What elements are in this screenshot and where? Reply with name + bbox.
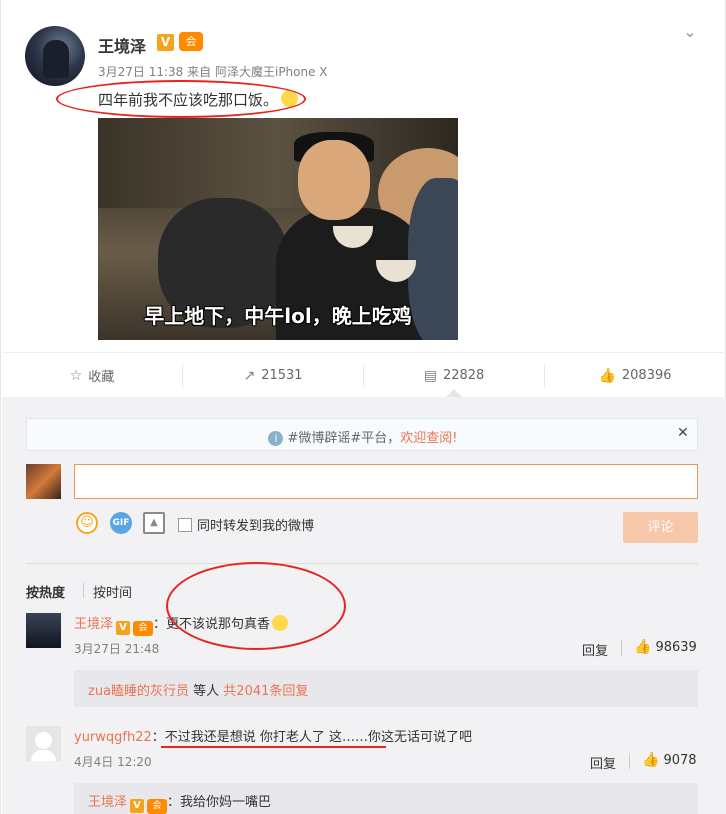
sub-reply-author[interactable]: 王境泽 (88, 795, 127, 810)
repost-button[interactable]: ↗ 21531 (183, 353, 363, 398)
verified-badge-icon[interactable]: V (116, 621, 131, 635)
favorite-label: 收藏 (88, 370, 115, 385)
comment-section-caret (446, 389, 462, 397)
verified-badge-icon[interactable]: V (157, 34, 174, 51)
comment-like-button[interactable]: 👍 98639 (634, 639, 697, 655)
image-figure-center-head (298, 140, 370, 220)
weibo-post-card: 王境泽 V 会 3月27日 11:38 来自 阿泽大魔王iPhone X ⌄ 四… (0, 0, 726, 814)
notice-link[interactable]: 欢迎查阅! (400, 431, 457, 446)
repost-icon: ↗ (243, 367, 256, 384)
sort-separator (83, 583, 84, 598)
action-bar: ☆ 收藏 ↗ 21531 ▤ 22828 👍 208396 (2, 352, 726, 397)
post-device[interactable]: 阿泽大魔王iPhone X (215, 65, 328, 79)
rumor-notice: i #微博辟谣#平台，欢迎查阅! ✕ (26, 418, 698, 451)
comment-date: 3月27日 21:48 (74, 642, 160, 656)
close-icon[interactable]: ✕ (677, 425, 689, 441)
sub-reply-mid: 等人 (189, 684, 224, 699)
commenter-avatar[interactable] (26, 726, 61, 761)
member-badge-icon[interactable]: 会 (179, 32, 203, 51)
verified-badge-icon[interactable]: V (130, 799, 145, 813)
image-icon[interactable]: ▲ (143, 512, 165, 534)
like-button[interactable]: 👍 208396 (545, 353, 725, 398)
comment-like-button[interactable]: 👍 9078 (642, 752, 697, 768)
comment-body: yurwqgfh22：不过我还是想说 你打老人了 这……你这无话可说了吧 (74, 726, 472, 745)
sub-reply-line: 王境泽 V 会：我给你妈一嘴巴 (88, 791, 271, 814)
commenter-name[interactable]: yurwqgfh22 (74, 730, 152, 745)
repost-checkbox-label: 同时转发到我的微博 (197, 519, 315, 534)
post-image[interactable]: 早上地下，中午lol，晚上吃鸡 (98, 118, 458, 340)
thumbs-up-icon: 👍 (634, 639, 652, 655)
sub-reply[interactable]: 王境泽 V 会：我给你妈一嘴巴 (74, 783, 698, 814)
thumbs-up-icon: 👍 (642, 752, 660, 768)
annotation-circle-comment (166, 562, 346, 650)
sort-by-hot-tab[interactable]: 按热度 (26, 582, 65, 601)
thumbs-up-icon: 👍 (598, 367, 616, 384)
info-icon: i (268, 431, 284, 446)
author-avatar[interactable] (25, 26, 85, 86)
repost-to-my-weibo[interactable]: 同时转发到我的微博 (178, 515, 314, 534)
reply-button[interactable]: 回复 (582, 640, 608, 659)
notice-tag[interactable]: #微博辟谣#平台， (287, 431, 400, 446)
repost-count: 21531 (261, 368, 303, 383)
sub-reply-summary[interactable]: zua瞌睡的灰行员 等人 共2041条回复 (74, 670, 698, 707)
post-from-label: 来自 (187, 65, 212, 79)
image-caption: 早上地下，中午lol，晚上吃鸡 (144, 304, 412, 328)
comment-action-divider (621, 640, 622, 656)
gif-icon[interactable]: GIF (110, 512, 132, 534)
comment-action-divider (629, 753, 630, 769)
chevron-down-icon[interactable]: ⌄ (681, 23, 699, 41)
comment-section (2, 397, 726, 814)
comment-count: 22828 (442, 368, 485, 383)
reply-button[interactable]: 回复 (590, 753, 616, 772)
member-badge-icon[interactable]: 会 (133, 621, 154, 636)
emoji-icon[interactable]: ☺ (76, 512, 98, 534)
annotation-underline (161, 746, 386, 748)
post-meta: 3月27日 11:38 来自 阿泽大魔王iPhone X (98, 63, 328, 80)
comment-icon: ▤ (423, 367, 437, 384)
commenter-avatar[interactable] (26, 613, 61, 648)
sub-reply-author[interactable]: zua瞌睡的灰行员 (88, 684, 189, 699)
member-badge-icon[interactable]: 会 (147, 799, 168, 814)
comment-input[interactable] (74, 464, 698, 499)
sub-reply-line: zua瞌睡的灰行员 等人 共2041条回复 (88, 680, 308, 699)
sort-by-time-tab[interactable]: 按时间 (93, 582, 132, 601)
post-time[interactable]: 3月27日 11:38 (98, 65, 183, 79)
sub-reply-text: ：我给你妈一嘴巴 (167, 795, 272, 810)
sort-divider (26, 563, 698, 564)
star-icon: ☆ (69, 367, 83, 384)
current-user-avatar[interactable] (26, 464, 61, 499)
favorite-button[interactable]: ☆ 收藏 (2, 353, 182, 398)
commenter-name[interactable]: 王境泽 (74, 617, 113, 632)
annotation-circle-post-text (56, 80, 306, 118)
comment-text: ：不过我还是想说 你打老人了 这……你这无话可说了吧 (151, 730, 473, 745)
notice-text: i #微博辟谣#平台，欢迎查阅! (27, 427, 699, 446)
submit-comment-button[interactable]: 评论 (623, 512, 698, 543)
comment-date: 4月4日 12:20 (74, 755, 152, 769)
author-name[interactable]: 王境泽 (98, 33, 146, 57)
sub-reply-count-link[interactable]: 共2041条回复 (223, 684, 308, 699)
comment-like-count: 9078 (663, 752, 697, 768)
repost-checkbox[interactable] (178, 517, 192, 532)
comment-like-count: 98639 (655, 639, 697, 655)
like-count: 208396 (621, 368, 672, 383)
